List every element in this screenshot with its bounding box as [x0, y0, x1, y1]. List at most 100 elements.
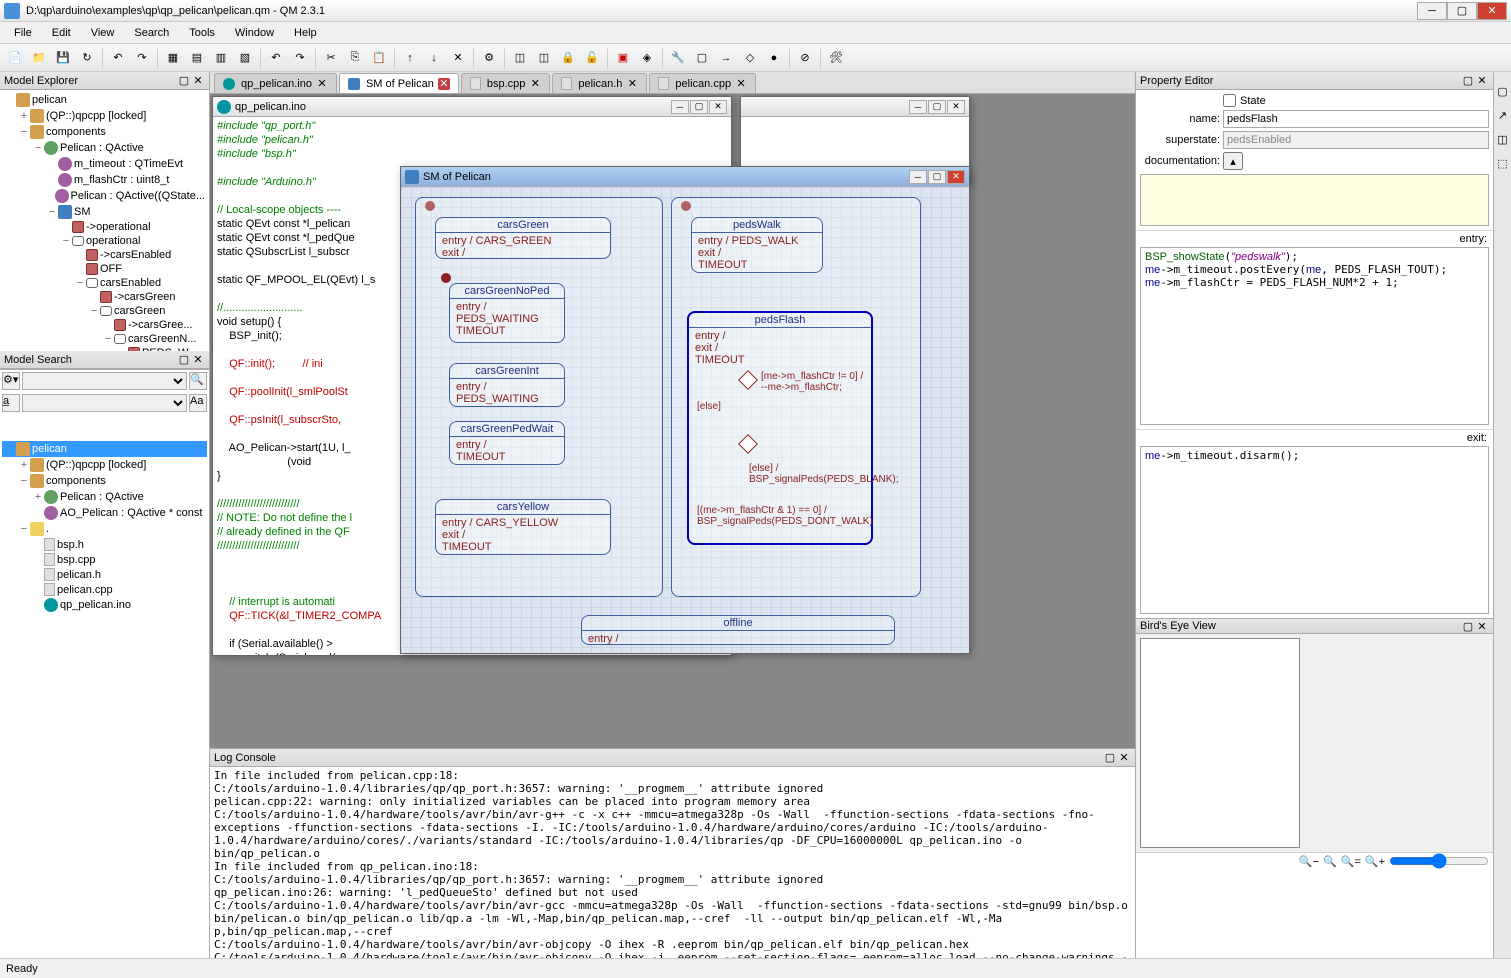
- cube-icon[interactable]: ◫: [509, 47, 531, 69]
- tree-item[interactable]: −.: [2, 521, 207, 537]
- model-explorer-tree[interactable]: pelican+(QP::)qpcpp [locked]−components−…: [0, 90, 209, 351]
- zoom-fit-icon[interactable]: 🔍: [1323, 855, 1337, 868]
- minimize-icon[interactable]: ─: [909, 170, 927, 184]
- tree-expand-icon[interactable]: −: [32, 142, 44, 154]
- menu-view[interactable]: View: [81, 25, 125, 41]
- birds-eye-view[interactable]: [1136, 634, 1493, 852]
- redo-icon[interactable]: ↷: [131, 47, 153, 69]
- generate-icon[interactable]: ▣: [612, 47, 634, 69]
- close-icon[interactable]: ✕: [191, 353, 205, 367]
- entry-code[interactable]: BSP_showState("pedswalk"); me->m_timeout…: [1140, 247, 1489, 425]
- tree-item[interactable]: bsp.cpp: [2, 552, 207, 567]
- panel-icon[interactable]: ▥: [210, 47, 232, 69]
- tree-item[interactable]: pelican.h: [2, 567, 207, 582]
- side-tool-1-icon[interactable]: ▢: [1492, 82, 1511, 100]
- new-icon[interactable]: 📄: [4, 47, 26, 69]
- tree-expand-icon[interactable]: +: [32, 491, 44, 503]
- tree-item[interactable]: −carsGreen: [2, 304, 207, 318]
- search-type-icon[interactable]: ⚙▾: [2, 372, 20, 390]
- tree-expand-icon[interactable]: −: [46, 206, 58, 218]
- tab-close-icon[interactable]: ✕: [316, 78, 328, 90]
- tab-close-icon[interactable]: ✕: [438, 78, 450, 90]
- panel-icon[interactable]: ▦: [162, 47, 184, 69]
- state-carsgreen[interactable]: carsGreen entry / CARS_GREENexit /: [435, 217, 611, 259]
- state-carsgreenint[interactable]: carsGreenInt entry /PEDS_WAITING: [449, 363, 565, 407]
- tree-expand-icon[interactable]: +: [18, 459, 30, 471]
- minimize-icon[interactable]: ─: [909, 100, 927, 114]
- editor-tab[interactable]: pelican.h✕: [552, 73, 647, 93]
- delete-icon[interactable]: ✕: [447, 47, 469, 69]
- tree-expand-icon[interactable]: −: [74, 277, 86, 289]
- editor-tab[interactable]: qp_pelican.ino✕: [214, 73, 337, 93]
- search-case-icon[interactable]: Aa: [189, 394, 207, 412]
- tree-expand-icon[interactable]: +: [18, 110, 30, 122]
- pin-icon[interactable]: ▢: [177, 353, 191, 367]
- choice-pseudostate[interactable]: [738, 370, 758, 390]
- tree-item[interactable]: m_timeout : QTimeEvt: [2, 156, 207, 172]
- documentation-text[interactable]: [1140, 174, 1489, 226]
- tree-item[interactable]: m_flashCtr : uint8_t: [2, 172, 207, 188]
- tree-item[interactable]: bsp.h: [2, 537, 207, 552]
- side-tool-2-icon[interactable]: ↗: [1492, 106, 1511, 124]
- tree-item[interactable]: +(QP::)qpcpp [locked]: [2, 457, 207, 473]
- sm-editor-window[interactable]: SM of Pelican ─ ▢ ✕: [400, 166, 970, 654]
- pin-icon[interactable]: ▢: [1103, 751, 1117, 765]
- pin-icon[interactable]: ▢: [177, 74, 191, 88]
- tree-expand-icon[interactable]: −: [18, 126, 30, 138]
- search-go-icon[interactable]: 🔍: [189, 372, 207, 390]
- close-icon[interactable]: ✕: [1475, 74, 1489, 88]
- stop-icon[interactable]: ⊘: [794, 47, 816, 69]
- tree-expand-icon[interactable]: −: [18, 475, 30, 487]
- tree-item[interactable]: −components: [2, 124, 207, 140]
- doc-expand-button[interactable]: ▴: [1223, 152, 1243, 170]
- side-tool-3-icon[interactable]: ◫: [1492, 130, 1511, 148]
- panel-icon[interactable]: ▧: [234, 47, 256, 69]
- initial-icon[interactable]: ●: [763, 47, 785, 69]
- close-icon[interactable]: ✕: [709, 100, 727, 114]
- up-icon[interactable]: ↑: [399, 47, 421, 69]
- tree-expand-icon[interactable]: −: [102, 333, 114, 345]
- zoom-out-icon[interactable]: 🔍−: [1299, 855, 1319, 868]
- editor-tab[interactable]: bsp.cpp✕: [461, 73, 551, 93]
- back-icon[interactable]: ↶: [265, 47, 287, 69]
- state-carsyellow[interactable]: carsYellow entry / CARS_YELLOWexit /TIME…: [435, 499, 611, 555]
- zoom-100-icon[interactable]: 🔍=: [1341, 855, 1361, 868]
- tree-item[interactable]: ->carsGree...: [2, 318, 207, 332]
- model-search-tree[interactable]: pelican+(QP::)qpcpp [locked]−components+…: [0, 439, 209, 958]
- forward-icon[interactable]: ↷: [289, 47, 311, 69]
- tree-item[interactable]: −carsGreenN...: [2, 332, 207, 346]
- pin-icon[interactable]: ▢: [1461, 619, 1475, 633]
- tool-icon[interactable]: 🔧: [667, 47, 689, 69]
- log-output[interactable]: In file included from pelican.cpp:18: C:…: [210, 767, 1135, 958]
- save-icon[interactable]: 💾: [52, 47, 74, 69]
- minimize-button[interactable]: ─: [1417, 2, 1447, 20]
- minimap[interactable]: [1140, 638, 1300, 848]
- close-icon[interactable]: ✕: [1117, 751, 1131, 765]
- side-tool-4-icon[interactable]: ⬚: [1492, 154, 1511, 172]
- maximize-icon[interactable]: ▢: [690, 100, 708, 114]
- tree-item[interactable]: Pelican : QActive((QState...: [2, 188, 207, 204]
- choice-pseudostate[interactable]: [738, 434, 758, 454]
- name-input[interactable]: [1223, 110, 1489, 128]
- tab-close-icon[interactable]: ✕: [735, 78, 747, 90]
- tree-item[interactable]: OFF: [2, 262, 207, 276]
- maximize-icon[interactable]: ▢: [928, 170, 946, 184]
- tree-item[interactable]: qp_pelican.ino: [2, 597, 207, 613]
- tree-item[interactable]: ->carsEnabled: [2, 248, 207, 262]
- close-icon[interactable]: ✕: [1475, 619, 1489, 633]
- tools-icon[interactable]: 🛠: [825, 47, 847, 69]
- state-checkbox[interactable]: [1223, 94, 1236, 107]
- tree-expand-icon[interactable]: −: [88, 305, 100, 317]
- lock-icon[interactable]: 🔒: [557, 47, 579, 69]
- tree-item[interactable]: −carsEnabled: [2, 276, 207, 290]
- down-icon[interactable]: ↓: [423, 47, 445, 69]
- tree-expand-icon[interactable]: −: [60, 235, 72, 247]
- menu-help[interactable]: Help: [284, 25, 327, 41]
- tree-item[interactable]: pelican.cpp: [2, 582, 207, 597]
- zoom-slider[interactable]: [1389, 853, 1489, 869]
- undo-icon[interactable]: ↶: [107, 47, 129, 69]
- refresh-icon[interactable]: ↻: [76, 47, 98, 69]
- tree-item[interactable]: ->carsGreen: [2, 290, 207, 304]
- pin-icon[interactable]: ▢: [1461, 74, 1475, 88]
- copy-icon[interactable]: ⎘: [344, 47, 366, 69]
